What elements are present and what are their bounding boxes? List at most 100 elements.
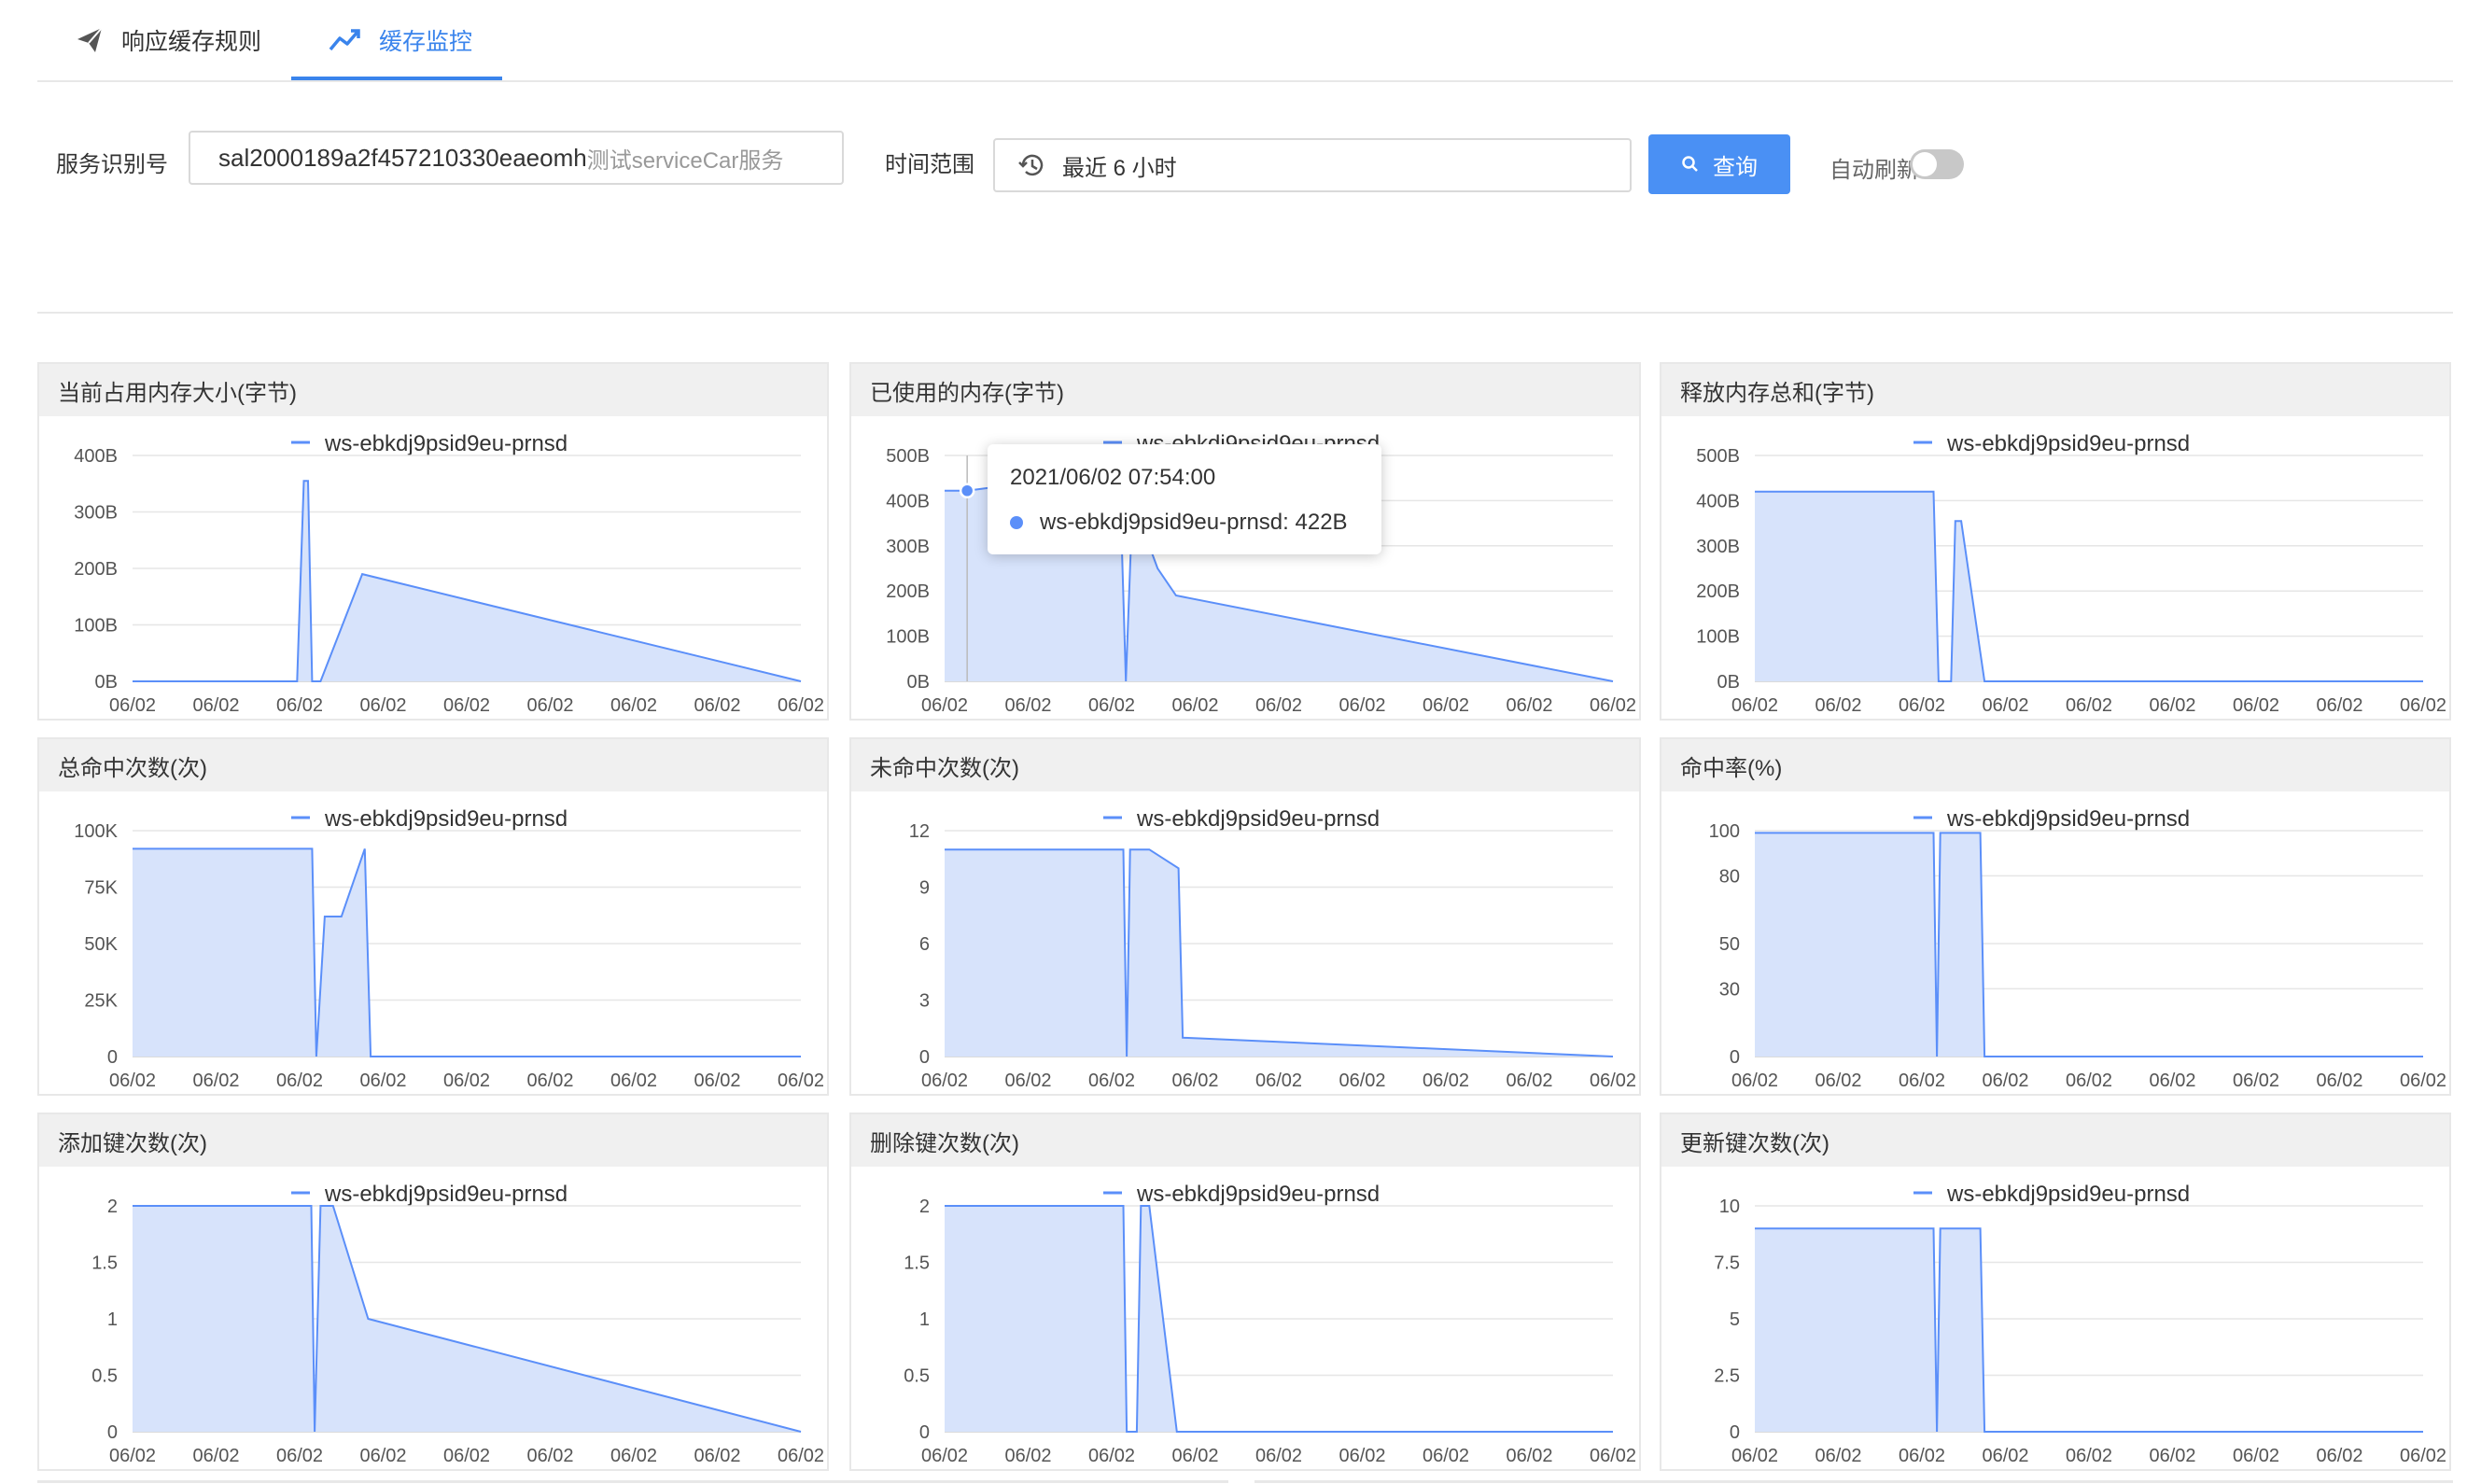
x-tick-label: 06/02 — [1171, 1071, 1218, 1091]
x-tick-label: 10:42 — [1255, 1093, 1302, 1096]
y-tick-label: 0 — [107, 1047, 118, 1068]
x-tick-label: 06/02 — [2233, 1446, 2279, 1466]
chart-delete-keys: ws-ebkdj9psid9eu-prnsd 0 0.5 1 1.5 2 06/02 07:4… — [904, 1182, 1636, 1471]
x-tick-label: 06/02 — [1088, 1446, 1135, 1466]
y-tick-label: 25K — [84, 991, 118, 1012]
x-tick-label: 06/02 — [694, 1071, 740, 1091]
tooltip-time: 2021/06/02 07:54:00 — [1010, 465, 1216, 490]
x-tick-label: 06/02 — [921, 695, 968, 716]
x-tick-label: 11:27 — [1339, 1093, 1385, 1096]
x-tick-label: 12:12 — [610, 1093, 657, 1096]
service-id-extra: 测试serviceCar服务 — [586, 147, 784, 174]
x-tick-label: 09:12 — [1088, 1093, 1135, 1096]
x-tick-label: 06/02 — [1731, 695, 1778, 716]
y-tick-label: 7.5 — [1714, 1253, 1740, 1274]
x-tick-label: 06/02 — [109, 1446, 156, 1466]
y-tick-label: 2.5 — [1714, 1366, 1740, 1387]
auto-refresh-toggle[interactable] — [1910, 149, 1964, 179]
tab-bar: 响应缓存规则 缓存监控 — [37, 0, 2453, 82]
legend-label: ws-ebkdj9psid9eu-prnsd — [1946, 806, 2190, 832]
tooltip-series: ws-ebkdj9psid9eu-prnsd — [1040, 510, 1283, 535]
x-tick-label: 06/02 — [1899, 1071, 1945, 1091]
y-tick-label: 0.5 — [91, 1366, 118, 1387]
chart-title: 总命中次数(次) — [39, 739, 827, 791]
x-tick-label: 06/02 — [1423, 695, 1469, 716]
x-tick-label: 09:12 — [1088, 718, 1135, 721]
service-id-value: sal2000189a2f457210330eaeomh — [218, 143, 587, 172]
service-id-label: 服务识别号 — [56, 152, 168, 177]
x-tick-label: 12:57 — [1506, 718, 1552, 721]
x-tick-label: 09:12 — [1899, 1093, 1945, 1096]
y-tick-label: 0 — [107, 1422, 118, 1443]
y-tick-label: 1.5 — [904, 1253, 930, 1274]
x-tick-label: 09:57 — [359, 718, 406, 721]
y-tick-label: 12 — [909, 821, 930, 842]
y-tick-label: 100K — [74, 821, 118, 842]
y-tick-label: 200B — [1696, 581, 1740, 602]
x-tick-label: 06/02 — [610, 695, 657, 716]
y-tick-label: 300B — [886, 537, 930, 557]
x-tick-label: 06/02 — [1982, 1071, 2028, 1091]
x-tick-label: 07:42 — [921, 718, 968, 721]
query-button[interactable]: 查询 — [1648, 134, 1790, 194]
next-row-edge — [37, 1480, 1228, 1483]
time-range-select[interactable]: 最近 6 小时 — [993, 138, 1632, 192]
y-tick-label: 0 — [1730, 1047, 1740, 1068]
x-tick-label: 06/02 — [610, 1446, 657, 1466]
chart-title: 添加键次数(次) — [39, 1114, 827, 1167]
x-tick-label: 12:12 — [1423, 1093, 1469, 1096]
x-tick-label: 11:27 — [527, 1093, 573, 1096]
x-tick-label: 06/02 — [694, 695, 740, 716]
x-tick-label: 06/02 — [359, 1446, 406, 1466]
y-tick-label: 0.5 — [904, 1366, 930, 1387]
x-tick-label: 06/02 — [109, 695, 156, 716]
x-tick-label: 08:27 — [192, 1093, 239, 1096]
x-tick-label: 06/02 — [2066, 1071, 2112, 1091]
x-tick-label: 06/02 — [2316, 1446, 2362, 1466]
y-tick-label: 0 — [1730, 1422, 1740, 1443]
x-tick-label: 09:12 — [276, 1468, 323, 1471]
x-tick-label: 12:12 — [2233, 718, 2279, 721]
x-tick-label: 06/02 — [2149, 1071, 2195, 1091]
x-tick-label: 06/02 — [1815, 1446, 1861, 1466]
chart-released-memory: ws-ebkdj9psid9eu-prnsd 0B 100B 200B 300B 400B… — [1696, 431, 2446, 721]
x-tick-label: 13:42 — [778, 1093, 824, 1096]
chart-title: 删除键次数(次) — [851, 1114, 1639, 1167]
x-tick-label: 09:57 — [359, 1093, 406, 1096]
chart-title: 更新键次数(次) — [1661, 1114, 2449, 1167]
legend-label: ws-ebkdj9psid9eu-prnsd — [1136, 1182, 1380, 1207]
legend-label: ws-ebkdj9psid9eu-prnsd — [324, 806, 568, 832]
tab-cache-monitor[interactable]: 缓存监控 — [329, 0, 472, 80]
chart-panel-hit-rate: 命中率(%) ws-ebkdj9psid9eu-prnsd 0 30 50 80 100 0… — [1660, 737, 2451, 1096]
x-tick-label: 09:57 — [359, 1468, 406, 1471]
x-tick-label: 06/02 — [2066, 1446, 2112, 1466]
x-tick-label: 09:12 — [1899, 718, 1945, 721]
x-tick-label: 06/02 — [1815, 1071, 1861, 1091]
x-tick-label: 12:57 — [2316, 1468, 2362, 1471]
y-tick-label: 10 — [1719, 1197, 1740, 1217]
chart-panel-update-keys: 更新键次数(次) ws-ebkdj9psid9eu-prnsd 0 2.5 5 7.5 1… — [1660, 1113, 2451, 1471]
x-tick-label: 06/02 — [192, 695, 239, 716]
x-tick-label: 06/02 — [1339, 1446, 1385, 1466]
x-tick-label: 12:57 — [2316, 1093, 2362, 1096]
y-tick-label: 50K — [84, 934, 118, 955]
x-tick-label: 06/02 — [2400, 1446, 2446, 1466]
x-tick-label: 08:27 — [192, 718, 239, 721]
x-tick-label: 06/02 — [1899, 1446, 1945, 1466]
service-id-input[interactable]: sal2000189a2f457210330eaeomh 测试serviceCa… — [189, 131, 844, 185]
tab-label: 缓存监控 — [379, 29, 473, 55]
x-tick-label: 06/02 — [1899, 695, 1945, 716]
trend-line-icon — [329, 29, 360, 51]
x-tick-label: 06/02 — [1506, 1071, 1552, 1091]
x-tick-label: 13:42 — [778, 718, 824, 721]
x-tick-label: 06/02 — [1423, 1071, 1469, 1091]
x-tick-label: 09:57 — [1171, 1093, 1218, 1096]
x-tick-label: 09:12 — [276, 718, 323, 721]
x-tick-label: 12:12 — [2233, 1093, 2279, 1096]
y-tick-label: 0 — [919, 1422, 930, 1443]
tooltip-value: 422B — [1295, 510, 1348, 535]
hover-point — [959, 483, 975, 499]
tab-cache-rules[interactable]: 响应缓存规则 — [75, 0, 261, 80]
chart-total-hits: ws-ebkdj9psid9eu-prnsd 0 25K 50K 75K 100K 06/0… — [74, 806, 824, 1096]
x-tick-label: 06/02 — [443, 1071, 490, 1091]
